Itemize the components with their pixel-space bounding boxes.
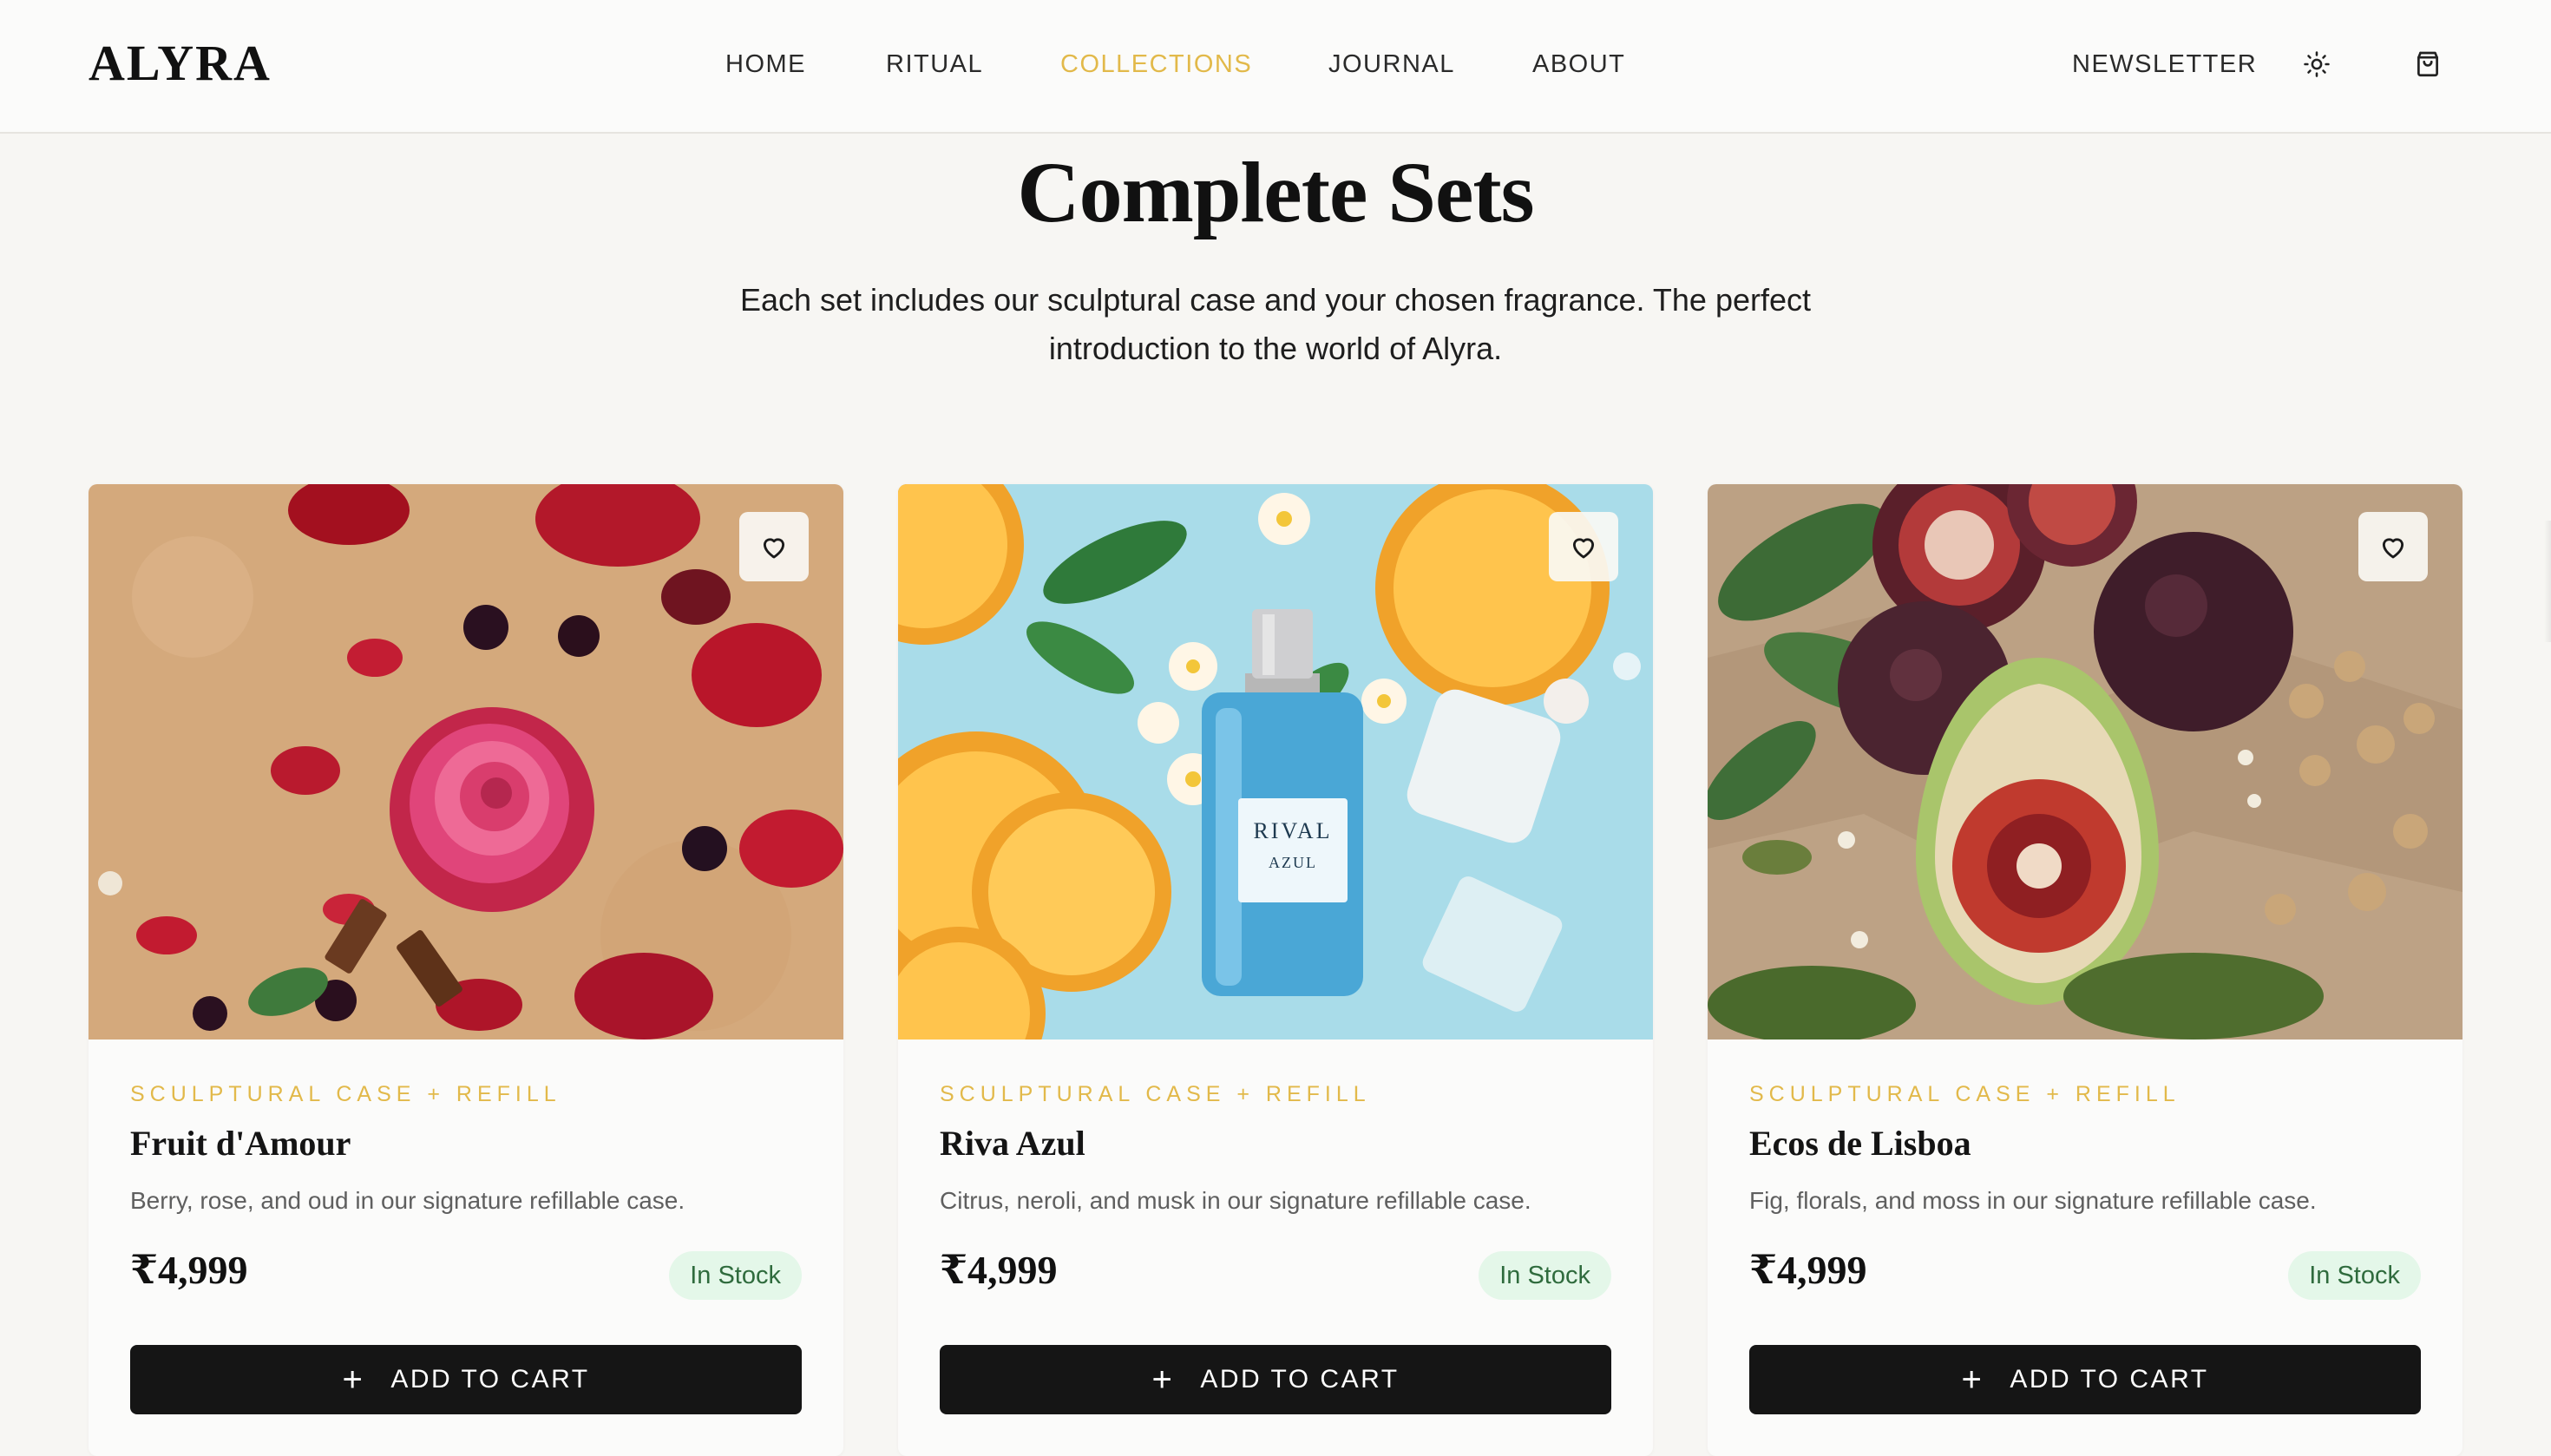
add-to-cart-button[interactable]: + ADD TO CART	[130, 1345, 802, 1414]
page-title: Complete Sets	[1017, 144, 1534, 240]
cart-button[interactable]	[2409, 45, 2447, 83]
bottle-label-line1: RIVAL	[1253, 818, 1332, 843]
intro-line-1: Each set includes our sculptural case an…	[739, 282, 1812, 318]
add-to-cart-label: ADD TO CART	[1200, 1365, 1400, 1394]
bottle-label-line2: AZUL	[1269, 854, 1317, 871]
product-card: SCULPTURAL CASE + REFILL Fruit d'Amour B…	[89, 484, 843, 1456]
product-name[interactable]: Riva Azul	[940, 1123, 1085, 1164]
product-image[interactable]: RIVAL AZUL	[898, 484, 1653, 1040]
product-description: Fig, florals, and moss in our signature …	[1749, 1187, 2317, 1214]
favorite-button[interactable]	[739, 512, 809, 581]
product-image[interactable]	[89, 484, 843, 1040]
scroll-edge-shadow	[2544, 521, 2551, 642]
product-price: ₹4,999	[940, 1248, 1058, 1292]
product-tag: SCULPTURAL CASE + REFILL	[940, 1082, 1371, 1106]
site-header: ALYRA HOME RITUAL COLLECTIONS JOURNAL AB…	[0, 0, 2551, 134]
stock-badge: In Stock	[669, 1251, 802, 1300]
nav-home[interactable]: HOME	[725, 49, 806, 80]
product-name[interactable]: Ecos de Lisboa	[1749, 1123, 1971, 1164]
plus-icon: +	[1961, 1361, 1984, 1399]
theme-toggle-button[interactable]	[2298, 45, 2336, 83]
stock-badge: In Stock	[1479, 1251, 1611, 1300]
newsletter-link[interactable]: NEWSLETTER	[2072, 49, 2257, 80]
nav-ritual[interactable]: RITUAL	[886, 49, 983, 80]
product-tag: SCULPTURAL CASE + REFILL	[1749, 1082, 2180, 1106]
product-description: Berry, rose, and oud in our signature re…	[130, 1187, 685, 1214]
heart-icon	[1572, 538, 1595, 559]
add-to-cart-label: ADD TO CART	[2010, 1365, 2209, 1394]
sun-icon	[2304, 51, 2330, 77]
add-to-cart-label: ADD TO CART	[390, 1365, 590, 1394]
nav-journal[interactable]: JOURNAL	[1328, 49, 1455, 80]
favorite-button[interactable]	[1549, 512, 1618, 581]
product-price: ₹4,999	[130, 1248, 248, 1292]
favorite-button[interactable]	[2358, 512, 2428, 581]
product-card: SCULPTURAL CASE + REFILL Ecos de Lisboa …	[1708, 484, 2462, 1456]
nav-about[interactable]: ABOUT	[1532, 49, 1625, 80]
page-intro: Each set includes our sculptural case an…	[712, 276, 1839, 373]
intro-line-2: introduction to the world of Alyra.	[1048, 331, 1503, 366]
add-to-cart-button[interactable]: + ADD TO CART	[940, 1345, 1611, 1414]
plus-icon: +	[1151, 1361, 1175, 1399]
product-card: RIVAL AZUL SCULPTURAL CASE + REFILL Riva…	[898, 484, 1653, 1456]
product-image[interactable]	[1708, 484, 2462, 1040]
heart-icon	[763, 538, 785, 559]
nav-collections[interactable]: COLLECTIONS	[1060, 49, 1252, 80]
product-description: Citrus, neroli, and musk in our signatur…	[940, 1187, 1531, 1214]
heart-icon	[2382, 538, 2404, 559]
plus-icon: +	[342, 1361, 365, 1399]
shopping-bag-icon	[2417, 51, 2438, 77]
stock-badge: In Stock	[2288, 1251, 2421, 1300]
product-tag: SCULPTURAL CASE + REFILL	[130, 1082, 561, 1106]
add-to-cart-button[interactable]: + ADD TO CART	[1749, 1345, 2421, 1414]
product-name[interactable]: Fruit d'Amour	[130, 1123, 351, 1164]
brand-logo[interactable]: ALYRA	[89, 35, 272, 92]
product-price: ₹4,999	[1749, 1248, 1867, 1292]
